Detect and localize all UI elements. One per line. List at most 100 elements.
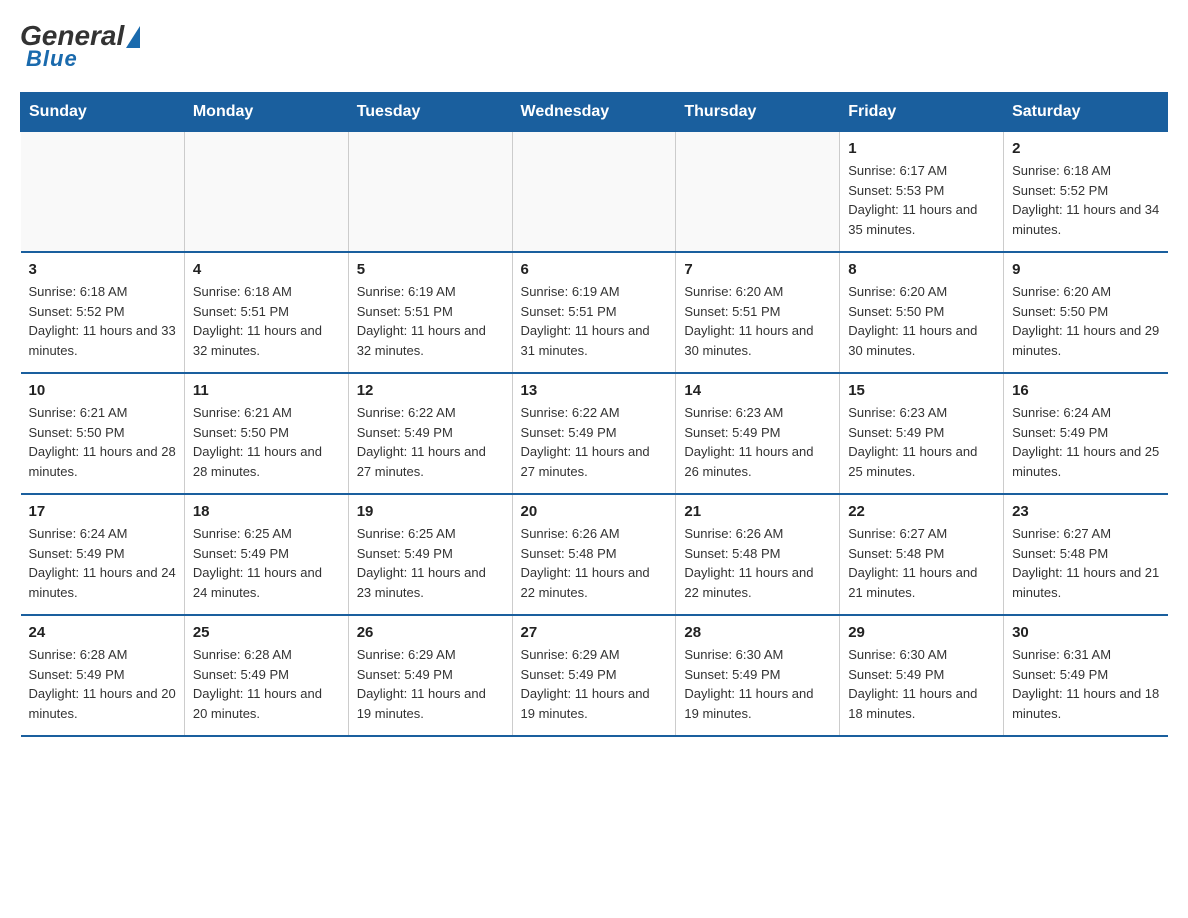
day-number: 26 xyxy=(357,624,504,641)
day-number: 13 xyxy=(521,382,668,399)
day-info: Sunrise: 6:26 AM Sunset: 5:48 PM Dayligh… xyxy=(684,524,831,602)
day-info: Sunrise: 6:25 AM Sunset: 5:49 PM Dayligh… xyxy=(193,524,340,602)
calendar-cell: 5Sunrise: 6:19 AM Sunset: 5:51 PM Daylig… xyxy=(348,252,512,373)
logo-triangle-icon xyxy=(126,26,140,48)
calendar-cell xyxy=(676,132,840,253)
day-info: Sunrise: 6:18 AM Sunset: 5:52 PM Dayligh… xyxy=(29,282,176,360)
calendar-cell: 3 Sunrise: 6:18 AM Sunset: 5:52 PM Daylig… xyxy=(21,252,185,373)
day-info: Sunrise: 6:20 AM Sunset: 5:50 PM Dayligh… xyxy=(1012,282,1159,360)
calendar-cell xyxy=(21,132,185,253)
day-number: 21 xyxy=(684,503,831,520)
column-header-tuesday: Tuesday xyxy=(348,93,512,132)
day-number: 28 xyxy=(684,624,831,641)
day-info: Sunrise: 6:25 AM Sunset: 5:49 PM Dayligh… xyxy=(357,524,504,602)
calendar-cell: 25 Sunrise: 6:28 AM Sunset: 5:49 PM Dayli… xyxy=(184,615,348,736)
day-info: Sunrise: 6:24 AM Sunset: 5:49 PM Dayligh… xyxy=(1012,403,1159,481)
day-number: 24 xyxy=(29,624,176,641)
day-number: 11 xyxy=(193,382,340,399)
day-number: 18 xyxy=(193,503,340,520)
day-number: 3 xyxy=(29,261,176,278)
column-header-friday: Friday xyxy=(840,93,1004,132)
calendar-cell: 10 Sunrise: 6:21 AM Sunset: 5:50 PM Dayli… xyxy=(21,373,185,494)
calendar-cell: 8 Sunrise: 6:20 AM Sunset: 5:50 PM Daylig… xyxy=(840,252,1004,373)
column-header-sunday: Sunday xyxy=(21,93,185,132)
day-number: 12 xyxy=(357,382,504,399)
day-info: Sunrise: 6:17 AM Sunset: 5:53 PM Dayligh… xyxy=(848,161,995,239)
column-header-thursday: Thursday xyxy=(676,93,840,132)
day-number: 20 xyxy=(521,503,668,520)
day-number: 25 xyxy=(193,624,340,641)
calendar-cell: 2Sunrise: 6:18 AM Sunset: 5:52 PM Daylig… xyxy=(1004,132,1168,253)
day-number: 2 xyxy=(1012,140,1159,157)
column-header-saturday: Saturday xyxy=(1004,93,1168,132)
calendar-cell: 30 Sunrise: 6:31 AM Sunset: 5:49 PM Dayli… xyxy=(1004,615,1168,736)
calendar-cell: 12 Sunrise: 6:22 AM Sunset: 5:49 PM Dayli… xyxy=(348,373,512,494)
calendar-cell: 1 Sunrise: 6:17 AM Sunset: 5:53 PM Daylig… xyxy=(840,132,1004,253)
calendar-week-row: 17 Sunrise: 6:24 AM Sunset: 5:49 PM Dayli… xyxy=(21,494,1168,615)
calendar-cell: 22 Sunrise: 6:27 AM Sunset: 5:48 PM Dayli… xyxy=(840,494,1004,615)
day-info: Sunrise: 6:30 AM Sunset: 5:49 PM Dayligh… xyxy=(848,645,995,723)
day-info: Sunrise: 6:18 AM Sunset: 5:51 PM Dayligh… xyxy=(193,282,340,360)
calendar-week-row: 1 Sunrise: 6:17 AM Sunset: 5:53 PM Daylig… xyxy=(21,132,1168,253)
day-info: Sunrise: 6:22 AM Sunset: 5:49 PM Dayligh… xyxy=(357,403,504,481)
calendar-cell: 6 Sunrise: 6:19 AM Sunset: 5:51 PM Daylig… xyxy=(512,252,676,373)
day-info: Sunrise: 6:20 AM Sunset: 5:50 PM Dayligh… xyxy=(848,282,995,360)
day-number: 17 xyxy=(29,503,176,520)
day-number: 22 xyxy=(848,503,995,520)
day-number: 23 xyxy=(1012,503,1159,520)
day-number: 14 xyxy=(684,382,831,399)
calendar-cell: 4 Sunrise: 6:18 AM Sunset: 5:51 PM Daylig… xyxy=(184,252,348,373)
day-info: Sunrise: 6:21 AM Sunset: 5:50 PM Dayligh… xyxy=(29,403,176,481)
calendar-cell: 13 Sunrise: 6:22 AM Sunset: 5:49 PM Dayli… xyxy=(512,373,676,494)
day-number: 1 xyxy=(848,140,995,157)
day-info: Sunrise: 6:20 AM Sunset: 5:51 PM Dayligh… xyxy=(684,282,831,360)
day-number: 27 xyxy=(521,624,668,641)
calendar-week-row: 24 Sunrise: 6:28 AM Sunset: 5:49 PM Dayli… xyxy=(21,615,1168,736)
calendar-header-row: SundayMondayTuesdayWednesdayThursdayFrid… xyxy=(21,93,1168,132)
calendar-table: SundayMondayTuesdayWednesdayThursdayFrid… xyxy=(20,92,1168,737)
calendar-week-row: 3 Sunrise: 6:18 AM Sunset: 5:52 PM Daylig… xyxy=(21,252,1168,373)
day-number: 29 xyxy=(848,624,995,641)
day-number: 8 xyxy=(848,261,995,278)
calendar-cell: 18 Sunrise: 6:25 AM Sunset: 5:49 PM Dayli… xyxy=(184,494,348,615)
day-info: Sunrise: 6:23 AM Sunset: 5:49 PM Dayligh… xyxy=(848,403,995,481)
calendar-cell: 29 Sunrise: 6:30 AM Sunset: 5:49 PM Dayli… xyxy=(840,615,1004,736)
calendar-cell: 24 Sunrise: 6:28 AM Sunset: 5:49 PM Dayli… xyxy=(21,615,185,736)
calendar-cell: 17 Sunrise: 6:24 AM Sunset: 5:49 PM Dayli… xyxy=(21,494,185,615)
day-number: 7 xyxy=(684,261,831,278)
calendar-cell: 15 Sunrise: 6:23 AM Sunset: 5:49 PM Dayli… xyxy=(840,373,1004,494)
calendar-cell: 26 Sunrise: 6:29 AM Sunset: 5:49 PM Dayli… xyxy=(348,615,512,736)
day-number: 4 xyxy=(193,261,340,278)
day-number: 15 xyxy=(848,382,995,399)
day-info: Sunrise: 6:28 AM Sunset: 5:49 PM Dayligh… xyxy=(193,645,340,723)
column-header-wednesday: Wednesday xyxy=(512,93,676,132)
calendar-cell: 23 Sunrise: 6:27 AM Sunset: 5:48 PM Dayli… xyxy=(1004,494,1168,615)
day-info: Sunrise: 6:27 AM Sunset: 5:48 PM Dayligh… xyxy=(1012,524,1159,602)
column-header-monday: Monday xyxy=(184,93,348,132)
calendar-cell xyxy=(184,132,348,253)
day-info: Sunrise: 6:24 AM Sunset: 5:49 PM Dayligh… xyxy=(29,524,176,602)
calendar-week-row: 10 Sunrise: 6:21 AM Sunset: 5:50 PM Dayli… xyxy=(21,373,1168,494)
calendar-cell: 7 Sunrise: 6:20 AM Sunset: 5:51 PM Daylig… xyxy=(676,252,840,373)
day-info: Sunrise: 6:28 AM Sunset: 5:49 PM Dayligh… xyxy=(29,645,176,723)
day-info: Sunrise: 6:29 AM Sunset: 5:49 PM Dayligh… xyxy=(521,645,668,723)
calendar-cell: 16Sunrise: 6:24 AM Sunset: 5:49 PM Dayli… xyxy=(1004,373,1168,494)
day-info: Sunrise: 6:22 AM Sunset: 5:49 PM Dayligh… xyxy=(521,403,668,481)
day-info: Sunrise: 6:26 AM Sunset: 5:48 PM Dayligh… xyxy=(521,524,668,602)
day-info: Sunrise: 6:19 AM Sunset: 5:51 PM Dayligh… xyxy=(357,282,504,360)
day-info: Sunrise: 6:30 AM Sunset: 5:49 PM Dayligh… xyxy=(684,645,831,723)
day-number: 10 xyxy=(29,382,176,399)
day-info: Sunrise: 6:27 AM Sunset: 5:48 PM Dayligh… xyxy=(848,524,995,602)
day-info: Sunrise: 6:19 AM Sunset: 5:51 PM Dayligh… xyxy=(521,282,668,360)
logo-blue-text: Blue xyxy=(26,46,78,72)
calendar-cell: 28 Sunrise: 6:30 AM Sunset: 5:49 PM Dayli… xyxy=(676,615,840,736)
page-header: General Blue xyxy=(20,20,1168,72)
logo: General Blue xyxy=(20,20,140,72)
day-number: 30 xyxy=(1012,624,1159,641)
calendar-cell: 21 Sunrise: 6:26 AM Sunset: 5:48 PM Dayli… xyxy=(676,494,840,615)
calendar-cell: 9Sunrise: 6:20 AM Sunset: 5:50 PM Daylig… xyxy=(1004,252,1168,373)
day-number: 6 xyxy=(521,261,668,278)
day-info: Sunrise: 6:29 AM Sunset: 5:49 PM Dayligh… xyxy=(357,645,504,723)
day-info: Sunrise: 6:31 AM Sunset: 5:49 PM Dayligh… xyxy=(1012,645,1159,723)
calendar-cell xyxy=(348,132,512,253)
